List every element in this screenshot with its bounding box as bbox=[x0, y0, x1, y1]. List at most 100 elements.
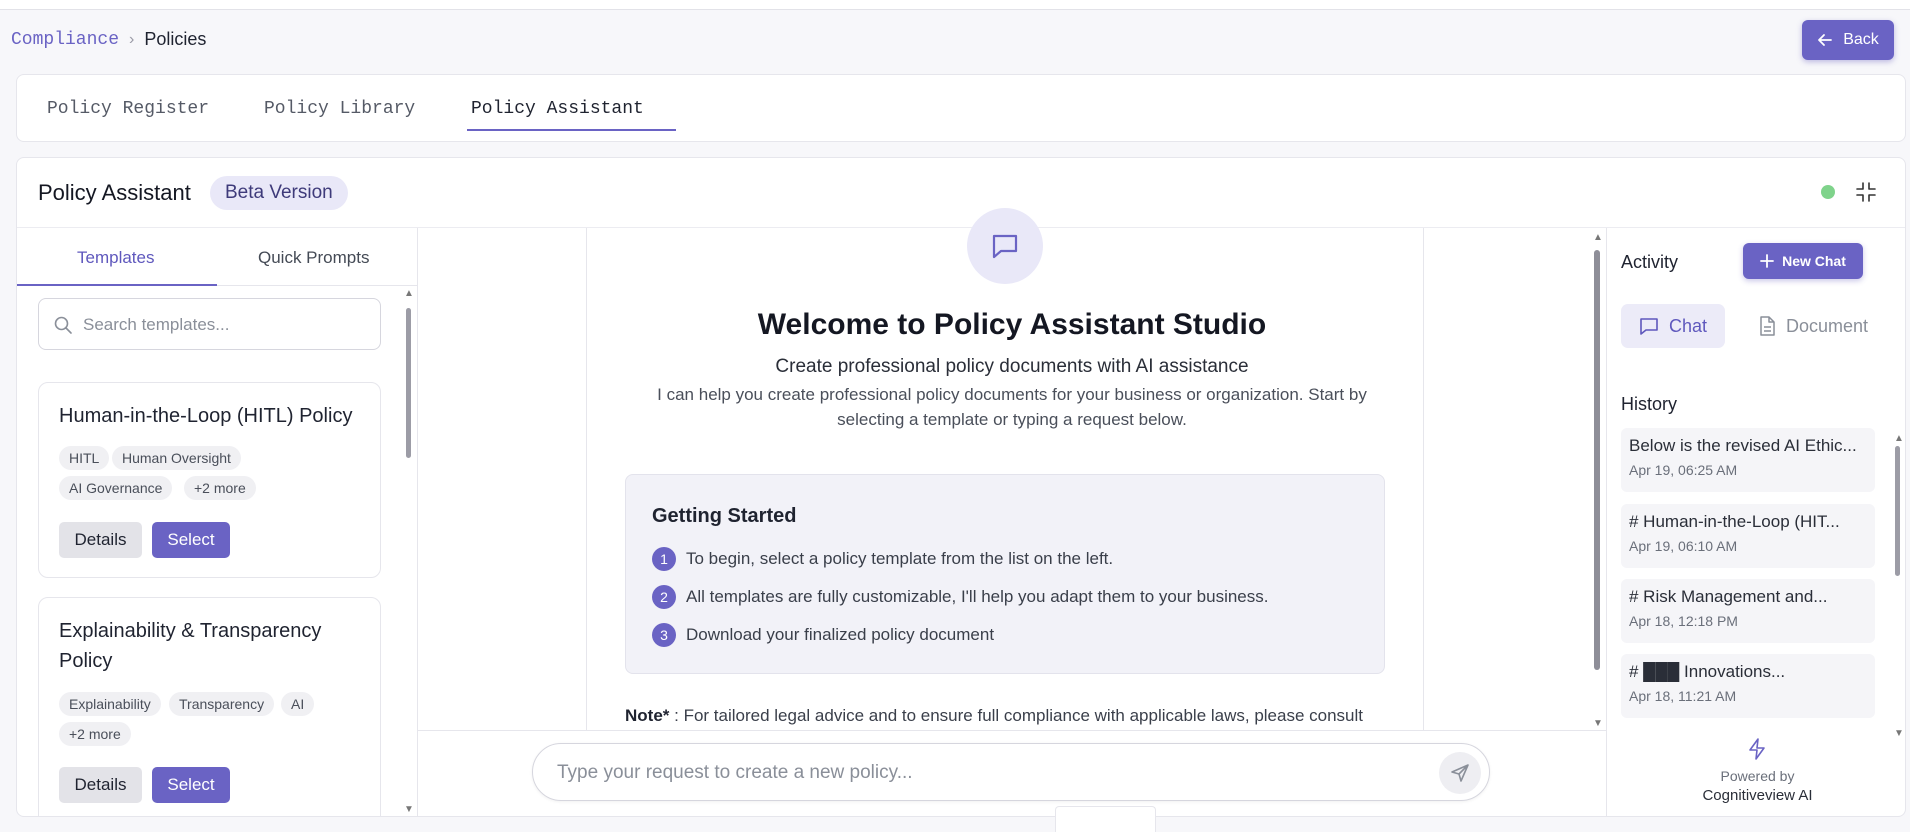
template-tag: Transparency bbox=[169, 692, 275, 716]
bottom-drawer-handle[interactable] bbox=[1055, 806, 1156, 832]
step-item: 2 All templates are fully customizable, … bbox=[652, 585, 1268, 609]
step-number: 3 bbox=[652, 623, 676, 647]
chat-scrollbar[interactable] bbox=[1594, 250, 1600, 670]
template-tag: +2 more bbox=[184, 476, 256, 500]
plus-icon bbox=[1760, 254, 1774, 268]
history-item[interactable]: # Risk Management and... Apr 18, 12:18 P… bbox=[1621, 579, 1875, 643]
beta-badge: Beta Version bbox=[210, 176, 348, 210]
active-left-tab-indicator bbox=[17, 284, 217, 286]
step-number: 1 bbox=[652, 547, 676, 571]
chat-icon bbox=[1640, 318, 1658, 335]
template-title-line2: Policy bbox=[59, 650, 113, 672]
history-item-date: Apr 19, 06:10 AM bbox=[1629, 538, 1738, 554]
assistant-header: Policy Assistant Beta Version bbox=[17, 158, 1905, 228]
new-chat-button[interactable]: New Chat bbox=[1743, 243, 1863, 279]
history-item-date: Apr 19, 06:25 AM bbox=[1629, 462, 1738, 478]
breadcrumb-current: Policies bbox=[144, 29, 207, 49]
details-button[interactable]: Details bbox=[59, 767, 142, 803]
note-text: : For tailored legal advice and to ensur… bbox=[669, 706, 1364, 725]
scroll-up-arrow-icon[interactable]: ▲ bbox=[1593, 232, 1603, 243]
new-chat-label: New Chat bbox=[1782, 253, 1846, 269]
history-item-date: Apr 18, 12:18 PM bbox=[1629, 613, 1738, 629]
template-tag: AI Governance bbox=[59, 476, 173, 500]
assistant-title: Policy Assistant bbox=[38, 180, 191, 205]
step-text: All templates are fully customizable, I'… bbox=[686, 587, 1269, 606]
scroll-down-arrow-icon[interactable]: ▼ bbox=[1894, 728, 1904, 739]
brand-name: Cognitiveview AI bbox=[1702, 787, 1813, 804]
tab-templates[interactable]: Templates bbox=[77, 248, 154, 268]
history-scrollbar[interactable] bbox=[1895, 446, 1900, 576]
template-tag: HITL bbox=[59, 446, 110, 470]
top-border bbox=[0, 0, 1910, 10]
template-card[interactable]: Human-in-the-Loop (HITL) Policy HITL Hum… bbox=[38, 382, 381, 578]
history-item-title: # ███ Innovations... bbox=[1629, 662, 1786, 681]
details-button[interactable]: Details bbox=[59, 522, 142, 558]
scroll-down-arrow-icon[interactable]: ▼ bbox=[404, 804, 414, 815]
segment-document-label: Document bbox=[1785, 315, 1869, 336]
history-item[interactable]: # Human-in-the-Loop (HIT... Apr 19, 06:1… bbox=[1621, 504, 1875, 568]
getting-started-box: Getting Started 1 To begin, select a pol… bbox=[625, 474, 1385, 674]
getting-started-title: Getting Started bbox=[652, 505, 797, 527]
breadcrumb-separator-icon: › bbox=[129, 30, 135, 48]
welcome-description: I can help you create professional polic… bbox=[657, 385, 1367, 429]
search-input[interactable] bbox=[83, 311, 363, 339]
scroll-up-arrow-icon[interactable]: ▲ bbox=[1894, 433, 1904, 444]
step-text: To begin, select a policy template from … bbox=[686, 549, 1114, 568]
scroll-up-arrow-icon[interactable]: ▲ bbox=[404, 288, 414, 299]
history-item[interactable]: # ███ Innovations... Apr 18, 11:21 AM bbox=[1621, 654, 1875, 718]
breadcrumb-compliance[interactable]: Compliance bbox=[11, 30, 119, 50]
segment-document[interactable]: Document bbox=[1733, 304, 1893, 348]
history-item-title: # Risk Management and... bbox=[1629, 587, 1828, 606]
policy-tabs: Policy Register Policy Library Policy As… bbox=[16, 74, 1906, 142]
templates-sidebar: Templates Quick Prompts ▲ ▼ Human-in-the… bbox=[17, 228, 418, 816]
welcome-heading: Welcome to Policy Assistant Studio bbox=[757, 308, 1267, 341]
template-tag: Human Oversight bbox=[112, 446, 241, 470]
arrow-left-icon bbox=[1818, 34, 1833, 46]
segment-chat[interactable]: Chat bbox=[1621, 304, 1725, 348]
status-indicator bbox=[1821, 185, 1835, 199]
activity-panel: Activity New Chat Chat Document History … bbox=[1606, 228, 1905, 816]
template-card[interactable]: Explainability & Transparency Policy Exp… bbox=[38, 597, 381, 816]
activity-title: Activity bbox=[1621, 252, 1679, 272]
breadcrumb: Compliance › Policies bbox=[11, 29, 206, 50]
bolt-icon bbox=[1749, 738, 1765, 760]
step-number: 2 bbox=[652, 585, 676, 609]
step-text: Download your finalized policy document bbox=[686, 625, 995, 644]
step-item: 1 To begin, select a policy template fro… bbox=[652, 547, 1113, 571]
step-item: 3 Download your finalized policy documen… bbox=[652, 623, 994, 647]
chat-avatar bbox=[967, 208, 1043, 284]
tab-policy-library[interactable]: Policy Library bbox=[264, 99, 415, 119]
send-button[interactable] bbox=[1439, 752, 1481, 794]
chat-input-area bbox=[418, 730, 1606, 816]
collapse-icon[interactable] bbox=[1855, 181, 1877, 203]
tab-policy-register[interactable]: Policy Register bbox=[47, 99, 209, 119]
back-label: Back bbox=[1843, 31, 1879, 48]
template-search[interactable] bbox=[38, 298, 381, 350]
chat-input-box[interactable] bbox=[532, 743, 1490, 801]
template-tag: +2 more bbox=[59, 722, 131, 746]
select-button[interactable]: Select bbox=[152, 522, 230, 558]
history-item-date: Apr 18, 11:21 AM bbox=[1629, 688, 1737, 704]
welcome-subtitle: Create professional policy documents wit… bbox=[775, 356, 1249, 377]
templates-scrollbar[interactable] bbox=[406, 308, 411, 458]
document-icon bbox=[1760, 316, 1775, 336]
history-item[interactable]: Below is the revised AI Ethic... Apr 19,… bbox=[1621, 428, 1875, 492]
active-tab-indicator bbox=[467, 129, 676, 131]
back-button[interactable]: Back bbox=[1802, 20, 1894, 60]
powered-by-label: Powered by bbox=[1720, 768, 1795, 784]
select-button[interactable]: Select bbox=[152, 767, 230, 803]
legal-note: Note* : For tailored legal advice and to… bbox=[625, 706, 1395, 726]
segment-chat-label: Chat bbox=[1668, 315, 1708, 336]
send-icon bbox=[1451, 764, 1469, 782]
search-icon bbox=[54, 316, 72, 334]
chat-input[interactable] bbox=[557, 759, 1417, 787]
template-title: Human-in-the-Loop (HITL) Policy bbox=[59, 405, 353, 427]
tab-quick-prompts[interactable]: Quick Prompts bbox=[258, 248, 369, 268]
history-item-title: # Human-in-the-Loop (HIT... bbox=[1629, 512, 1840, 531]
history-item-title: Below is the revised AI Ethic... bbox=[1629, 436, 1857, 455]
note-label: Note* bbox=[625, 706, 670, 725]
template-tag: AI bbox=[281, 692, 315, 716]
scroll-down-arrow-icon[interactable]: ▼ bbox=[1593, 718, 1603, 729]
tab-policy-assistant[interactable]: Policy Assistant bbox=[471, 99, 644, 119]
history-title: History bbox=[1621, 394, 1678, 414]
